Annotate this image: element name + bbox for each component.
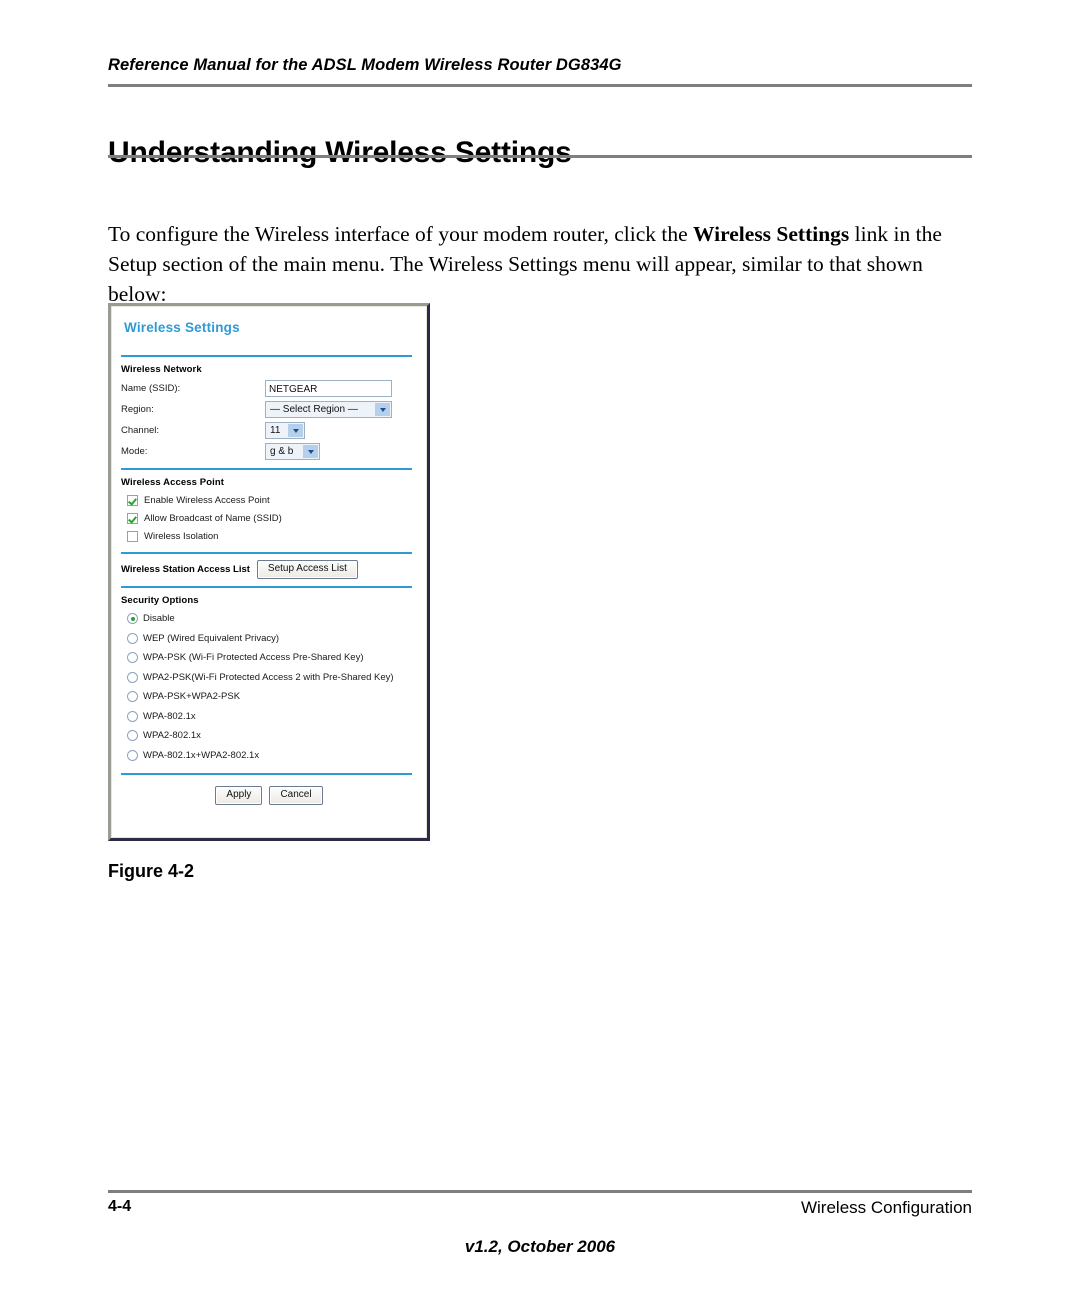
chevron-down-icon [375, 403, 390, 416]
radio-wpa-psk-wpa2-psk[interactable] [127, 691, 138, 703]
document-page: Reference Manual for the ADSL Modem Wire… [0, 0, 1080, 1296]
checkbox-label-wireless-isolation: Wireless Isolation [144, 530, 219, 542]
screenshot-canvas: Wireless Settings Wireless Network Name … [111, 306, 427, 838]
cancel-button[interactable]: Cancel [269, 786, 323, 805]
apply-button[interactable]: Apply [215, 786, 263, 805]
radio-label-wep: WEP (Wired Equivalent Privacy) [143, 632, 280, 644]
section-heading-access-point: Wireless Access Point [121, 477, 225, 488]
divider-after-network [121, 468, 412, 470]
wireless-settings-title: Wireless Settings [124, 320, 240, 335]
label-ssid: Name (SSID): [121, 383, 181, 394]
checkbox-wireless-isolation[interactable] [127, 530, 138, 542]
radio-row-wep[interactable]: WEP (Wired Equivalent Privacy) [127, 629, 417, 649]
action-button-row: Apply Cancel [121, 786, 417, 805]
radio-wep[interactable] [127, 632, 138, 644]
intro-paragraph: To configure the Wireless interface of y… [108, 219, 974, 309]
select-region-value: — Select Region — [270, 404, 358, 415]
select-mode[interactable]: g & b [265, 443, 320, 460]
radio-wpa-8021x-wpa2-8021x[interactable] [127, 749, 138, 761]
radio-row-wpa-8021x-wpa2-8021x[interactable]: WPA-802.1x+WPA2-802.1x [127, 746, 417, 766]
radio-row-wpa2-8021x[interactable]: WPA2-802.1x [127, 726, 417, 746]
input-ssid[interactable]: NETGEAR [265, 380, 392, 397]
section-heading-wireless-network: Wireless Network [121, 364, 202, 375]
select-channel[interactable]: 11 [265, 422, 305, 439]
setup-access-list-button[interactable]: Setup Access List [256, 560, 358, 579]
section-heading-security-options: Security Options [121, 595, 199, 606]
field-row-region: Region: — Select Region — [121, 399, 417, 420]
running-header: Reference Manual for the ADSL Modem Wire… [108, 56, 622, 74]
radio-row-wpa-psk-wpa2-psk[interactable]: WPA-PSK+WPA2-PSK [127, 687, 417, 707]
checkbox-enable-ap[interactable] [127, 494, 138, 506]
radio-label-disable: Disable [143, 613, 175, 625]
checkbox-broadcast-ssid[interactable] [127, 512, 138, 524]
checkbox-row-enable-ap[interactable]: Enable Wireless Access Point [127, 491, 417, 509]
header-rule [108, 84, 972, 87]
footer-section-name: Wireless Configuration [800, 1198, 972, 1217]
checkbox-label-broadcast-ssid: Allow Broadcast of Name (SSID) [144, 512, 282, 524]
radio-row-wpa-8021x[interactable]: WPA-802.1x [127, 707, 417, 727]
radio-wpa2-psk[interactable] [127, 671, 138, 683]
paragraph-text-before: To configure the Wireless interface of y… [108, 221, 694, 246]
checkbox-row-wireless-isolation[interactable]: Wireless Isolation [127, 527, 417, 545]
radio-disable[interactable] [127, 613, 138, 625]
field-row-channel: Channel: 11 [121, 420, 417, 441]
divider-after-access-point [121, 552, 412, 554]
title-rule [108, 155, 972, 158]
figure-caption: Figure 4-2 [108, 861, 195, 881]
checkbox-label-enable-ap: Enable Wireless Access Point [144, 494, 270, 506]
radio-wpa-psk[interactable] [127, 652, 138, 664]
select-channel-value: 11 [270, 425, 281, 436]
station-access-list-row: Wireless Station Access List Setup Acces… [121, 560, 417, 579]
radio-row-wpa-psk[interactable]: WPA-PSK (Wi-Fi Protected Access Pre-Shar… [127, 648, 417, 668]
label-channel: Channel: [121, 425, 160, 436]
label-mode: Mode: [121, 446, 148, 457]
label-region: Region: [121, 404, 154, 415]
radio-row-wpa2-psk[interactable]: WPA2-PSK(Wi-Fi Protected Access 2 with P… [127, 668, 417, 688]
radio-label-wpa-8021x: WPA-802.1x [143, 710, 196, 722]
radio-label-wpa2-8021x: WPA2-802.1x [143, 730, 201, 742]
field-row-mode: Mode: g & b [121, 441, 417, 462]
radio-label-wpa-psk-wpa2-psk: WPA-PSK+WPA2-PSK [143, 691, 241, 703]
select-region[interactable]: — Select Region — [265, 401, 392, 418]
footer-rule [108, 1190, 972, 1193]
figure-wireless-settings: Wireless Settings Wireless Network Name … [108, 303, 430, 841]
page-title: Understanding Wireless Settings [108, 136, 572, 170]
label-station-access-list: Wireless Station Access List [121, 564, 250, 575]
footer-version: v1.2, October 2006 [464, 1237, 616, 1256]
radio-wpa2-8021x[interactable] [127, 730, 138, 742]
checkbox-row-broadcast-ssid[interactable]: Allow Broadcast of Name (SSID) [127, 509, 417, 527]
radio-label-wpa-8021x-wpa2-8021x: WPA-802.1x+WPA2-802.1x [143, 749, 260, 761]
chevron-down-icon [288, 424, 303, 437]
footer-page-number: 4-4 [108, 1198, 132, 1215]
radio-label-wpa-psk: WPA-PSK (Wi-Fi Protected Access Pre-Shar… [143, 652, 364, 664]
screenshot-frame: Wireless Settings Wireless Network Name … [108, 303, 430, 841]
divider-after-access-list [121, 586, 412, 588]
chevron-down-icon [303, 445, 318, 458]
radio-row-disable[interactable]: Disable [127, 609, 417, 629]
select-mode-value: g & b [270, 446, 294, 457]
radio-wpa-8021x[interactable] [127, 710, 138, 722]
field-row-ssid: Name (SSID): NETGEAR [121, 378, 417, 399]
divider-before-actions [121, 773, 412, 775]
radio-label-wpa2-psk: WPA2-PSK(Wi-Fi Protected Access 2 with P… [143, 671, 394, 683]
divider-under-title [121, 355, 412, 357]
paragraph-bold-term: Wireless Settings [693, 221, 850, 246]
